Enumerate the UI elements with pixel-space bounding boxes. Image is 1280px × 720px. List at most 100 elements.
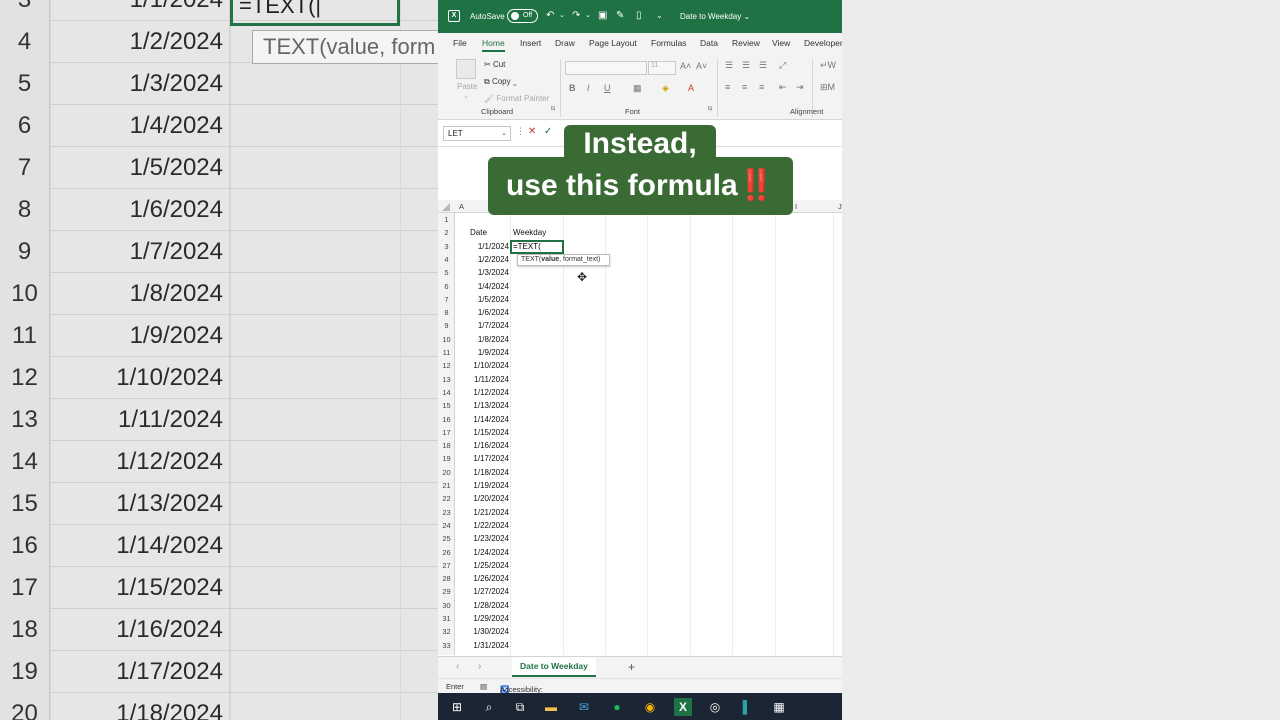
- align-right-icon[interactable]: ≡: [759, 82, 764, 92]
- new-file-icon[interactable]: ▯: [636, 10, 642, 22]
- align-middle-icon[interactable]: ☰: [742, 60, 750, 71]
- wrap-text-icon[interactable]: ↵W: [820, 60, 836, 71]
- search-icon[interactable]: ⌕: [480, 698, 498, 716]
- date-cell[interactable]: 1/26/2024: [455, 572, 510, 585]
- row-number[interactable]: 22: [438, 492, 455, 505]
- row-number[interactable]: 17: [438, 426, 455, 439]
- date-cell[interactable]: 1/12/2024: [455, 386, 510, 399]
- row-number[interactable]: 9: [438, 319, 455, 332]
- tab-home[interactable]: Home: [482, 38, 505, 52]
- date-cell[interactable]: 1/18/2024: [455, 466, 510, 479]
- excel-icon[interactable]: X: [674, 698, 692, 716]
- copy-button[interactable]: ⧉ Copy ⌄: [484, 77, 517, 87]
- add-sheet-icon[interactable]: +: [628, 660, 635, 674]
- underline-icon[interactable]: U: [604, 83, 611, 93]
- date-cell[interactable]: 1/28/2024: [455, 599, 510, 612]
- font-launcher-icon[interactable]: ⧅: [708, 105, 712, 113]
- increase-font-icon[interactable]: A˄: [680, 61, 691, 71]
- row-number[interactable]: 28: [438, 572, 455, 585]
- date-cell[interactable]: 1/13/2024: [455, 399, 510, 412]
- row-number[interactable]: 27: [438, 559, 455, 572]
- file-explorer-icon[interactable]: ▬: [542, 698, 560, 716]
- function-tooltip[interactable]: TEXT(value, format_text): [517, 254, 610, 266]
- date-cell[interactable]: 1/5/2024: [455, 293, 510, 306]
- format-painter-button[interactable]: 🖌 Format Painter: [484, 94, 549, 103]
- date-cell[interactable]: 1/9/2024: [455, 346, 510, 359]
- tab-view[interactable]: View: [772, 38, 790, 48]
- date-cell[interactable]: 1/14/2024: [455, 413, 510, 426]
- row-number[interactable]: 6: [438, 280, 455, 293]
- redo-icon[interactable]: ↷: [572, 10, 580, 22]
- row-number[interactable]: 26: [438, 546, 455, 559]
- paste-icon[interactable]: [456, 59, 476, 79]
- borders-icon[interactable]: ▦: [633, 83, 642, 94]
- row-number[interactable]: 21: [438, 479, 455, 492]
- column-header-i[interactable]: I: [795, 202, 797, 211]
- undo-icon[interactable]: ↶: [546, 10, 554, 22]
- row-number[interactable]: 32: [438, 625, 455, 638]
- row-number[interactable]: 33: [438, 639, 455, 652]
- row-number[interactable]: 31: [438, 612, 455, 625]
- align-left-icon[interactable]: ≡: [725, 82, 730, 92]
- date-cell[interactable]: 1/31/2024: [455, 639, 510, 652]
- date-cell[interactable]: 1/11/2024: [455, 373, 510, 386]
- task-view-icon[interactable]: ⧉: [511, 698, 529, 716]
- document-title[interactable]: Date to Weekday ⌄: [680, 12, 750, 21]
- decrease-indent-icon[interactable]: ⇤: [779, 82, 787, 93]
- date-cell[interactable]: 1/25/2024: [455, 559, 510, 572]
- row-number[interactable]: 14: [438, 386, 455, 399]
- date-cell[interactable]: 1/23/2024: [455, 532, 510, 545]
- row-number[interactable]: 3: [438, 240, 455, 253]
- sheet-next-icon[interactable]: ›: [478, 661, 481, 672]
- sheet-tab-date-to-weekday[interactable]: Date to Weekday: [512, 657, 596, 677]
- calculator-icon[interactable]: ▦: [770, 698, 788, 716]
- tab-draw[interactable]: Draw: [555, 38, 575, 48]
- tab-review[interactable]: Review: [732, 38, 760, 48]
- align-bottom-icon[interactable]: ☰: [759, 60, 767, 71]
- undo-dropdown-icon[interactable]: ⌄: [559, 10, 565, 22]
- bold-icon[interactable]: B: [569, 83, 576, 93]
- row-number[interactable]: 25: [438, 532, 455, 545]
- row-number[interactable]: 20: [438, 466, 455, 479]
- row-number[interactable]: 1: [438, 213, 455, 226]
- increase-indent-icon[interactable]: ⇥: [796, 82, 804, 93]
- row-number[interactable]: 2: [438, 226, 455, 239]
- row-number[interactable]: 30: [438, 599, 455, 612]
- date-cell[interactable]: 1/1/2024: [455, 240, 510, 253]
- macro-record-icon[interactable]: ▤: [480, 682, 487, 691]
- date-cell[interactable]: 1/6/2024: [455, 306, 510, 319]
- date-cell[interactable]: 1/24/2024: [455, 546, 510, 559]
- column-header-j[interactable]: J: [838, 202, 842, 211]
- clipboard-launcher-icon[interactable]: ⧅: [551, 105, 555, 113]
- mail-icon[interactable]: ✉: [575, 698, 593, 716]
- tab-file[interactable]: File: [453, 38, 467, 48]
- row-number[interactable]: 18: [438, 439, 455, 452]
- paste-button[interactable]: Paste: [457, 82, 477, 91]
- date-cell[interactable]: 1/17/2024: [455, 452, 510, 465]
- tab-developer[interactable]: Developer: [804, 38, 842, 48]
- paste-dropdown-icon[interactable]: ⌄: [463, 92, 469, 100]
- row-number[interactable]: 4: [438, 253, 455, 266]
- tab-data[interactable]: Data: [700, 38, 718, 48]
- row-number[interactable]: 12: [438, 359, 455, 372]
- font-size-select[interactable]: 11: [648, 61, 676, 75]
- save-icon[interactable]: ▣: [598, 10, 607, 22]
- worksheet-grid[interactable]: A I J 1 2 3 1/1/2024 4 1/2/2024 5 1/3/2024 6 1/4/…: [438, 200, 842, 655]
- select-all-corner[interactable]: [442, 203, 450, 211]
- date-cell[interactable]: 1/15/2024: [455, 426, 510, 439]
- obs-icon[interactable]: ◎: [706, 698, 724, 716]
- row-number[interactable]: 23: [438, 506, 455, 519]
- autosave-toggle[interactable]: Off: [507, 9, 538, 23]
- date-cell[interactable]: 1/4/2024: [455, 280, 510, 293]
- chrome-icon[interactable]: ◉: [641, 698, 659, 716]
- tab-page-layout[interactable]: Page Layout: [589, 38, 637, 48]
- row-number[interactable]: 29: [438, 585, 455, 598]
- row-number[interactable]: 11: [438, 346, 455, 359]
- row-number[interactable]: 10: [438, 333, 455, 346]
- column-header-a[interactable]: A: [459, 202, 464, 211]
- date-cell[interactable]: 1/20/2024: [455, 492, 510, 505]
- row-number[interactable]: 7: [438, 293, 455, 306]
- cut-button[interactable]: ✂ Cut: [484, 60, 505, 69]
- row-number[interactable]: 8: [438, 306, 455, 319]
- date-cell[interactable]: 1/8/2024: [455, 333, 510, 346]
